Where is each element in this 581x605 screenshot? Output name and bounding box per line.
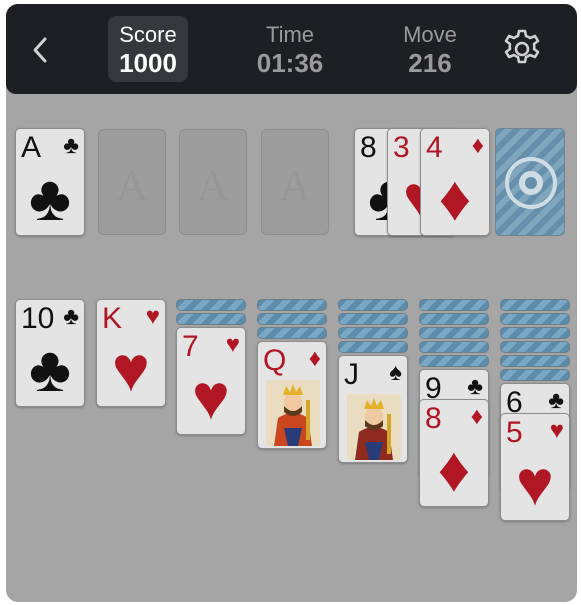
- score-label: Score: [119, 22, 177, 47]
- foundation-placeholder: A: [116, 161, 148, 210]
- card-rank: 7: [182, 330, 199, 363]
- queen-portrait: [266, 380, 320, 446]
- score-panel: Score 1000: [108, 16, 188, 82]
- time-value: 01:36: [256, 48, 324, 78]
- card-suit-small: ♥: [225, 331, 240, 358]
- face-down-card: [500, 327, 570, 339]
- tableau-card[interactable]: K ♥ ♥: [96, 299, 166, 407]
- tableau-card[interactable]: 7 ♥ ♥: [176, 327, 246, 435]
- face-down-card: [500, 355, 570, 367]
- face-down-card: [176, 299, 246, 311]
- waste-card[interactable]: 4 ♦ ♦: [420, 128, 490, 236]
- foundation-card[interactable]: A ♣ ♣: [15, 128, 85, 236]
- card-suit-small: ♣: [548, 387, 564, 414]
- face-down-card: [338, 341, 408, 353]
- face-down-card: [338, 299, 408, 311]
- score-value: 1000: [119, 48, 177, 78]
- move-value: 216: [408, 48, 452, 78]
- back-button[interactable]: [20, 30, 60, 70]
- card-rank: J: [344, 358, 359, 391]
- foundation-placeholder: A: [197, 161, 229, 210]
- settings-button[interactable]: [498, 25, 546, 73]
- stock-pile[interactable]: [495, 128, 565, 236]
- card-suit-small: ♥: [549, 417, 564, 444]
- card-suit-small: ♦: [470, 403, 483, 430]
- face-down-card: [257, 313, 327, 325]
- card-suit-small: ♣: [63, 303, 79, 330]
- tableau-card[interactable]: J ♠: [338, 355, 408, 463]
- jack-portrait: [347, 394, 401, 460]
- face-down-card: [338, 327, 408, 339]
- game-board: Score 1000 Time 01:36 Move 216 A♣♣AAA8♣♣…: [6, 4, 577, 602]
- foundation-slot[interactable]: A: [98, 129, 166, 235]
- card-suit-large: ♣: [29, 333, 71, 405]
- card-rank: 4: [426, 131, 443, 164]
- foundation-placeholder: A: [279, 161, 311, 210]
- tableau-card[interactable]: 5 ♥ ♥: [500, 413, 570, 521]
- time-panel: Time 01:36: [250, 16, 330, 82]
- card-rank: 8: [360, 131, 377, 164]
- face-down-card: [419, 355, 489, 367]
- card-back-emblem-icon: [505, 157, 557, 209]
- face-down-card: [338, 313, 408, 325]
- card-suit-large: ♥: [112, 333, 150, 405]
- card-rank: 10: [21, 302, 55, 335]
- card-suit-small: ♦: [308, 345, 321, 372]
- move-label: Move: [403, 22, 457, 47]
- tableau-card[interactable]: 8 ♦ ♦: [419, 399, 489, 507]
- card-rank: Q: [263, 344, 287, 377]
- card-rank: K: [102, 302, 123, 335]
- tableau-card[interactable]: 10 ♣ ♣: [15, 299, 85, 407]
- face-down-card: [500, 369, 570, 381]
- card-suit-small: ♠: [389, 359, 402, 386]
- face-down-card: [419, 327, 489, 339]
- face-down-card: [500, 341, 570, 353]
- card-rank: A: [21, 131, 42, 164]
- card-suit-small: ♦: [471, 132, 484, 159]
- face-down-card: [176, 313, 246, 325]
- card-suit-large: ♦: [438, 162, 472, 234]
- face-down-card: [419, 299, 489, 311]
- face-down-card: [419, 341, 489, 353]
- face-down-card: [500, 313, 570, 325]
- gear-icon: [504, 29, 540, 64]
- card-rank: 5: [506, 416, 523, 449]
- move-panel: Move 216: [390, 16, 470, 82]
- tableau-card[interactable]: Q ♦: [257, 341, 327, 449]
- card-suit-small: ♣: [467, 373, 483, 400]
- card-rank: 8: [425, 402, 442, 435]
- time-label: Time: [265, 22, 315, 47]
- face-down-card: [500, 299, 570, 311]
- face-down-card: [419, 313, 489, 325]
- card-suit-large: ♣: [29, 162, 71, 234]
- card-rank: 3: [393, 131, 410, 164]
- top-bar: Score 1000 Time 01:36 Move 216: [6, 4, 577, 94]
- foundation-slot[interactable]: A: [179, 129, 247, 235]
- card-suit-large: ♥: [516, 447, 554, 519]
- face-down-card: [257, 327, 327, 339]
- card-suit-large: ♥: [192, 361, 230, 433]
- card-suit-large: ♦: [437, 433, 471, 505]
- face-down-card: [257, 299, 327, 311]
- foundation-slot[interactable]: A: [261, 129, 329, 235]
- chevron-left-icon: [33, 37, 47, 63]
- card-suit-small: ♣: [63, 132, 79, 159]
- card-suit-small: ♥: [145, 303, 160, 330]
